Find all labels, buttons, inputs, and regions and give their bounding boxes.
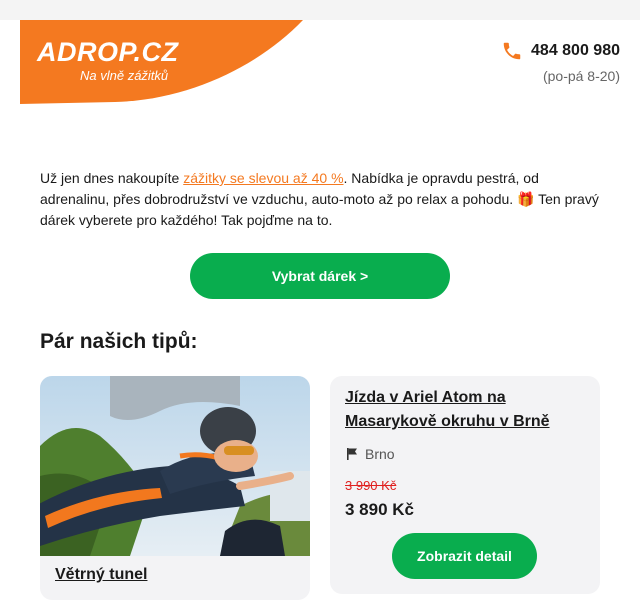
logo-title: ADROP.CZ: [37, 37, 179, 67]
choose-gift-button[interactable]: Vybrat dárek >: [190, 253, 450, 299]
logo[interactable]: ADROP.CZ Na vlně zážitků: [20, 20, 305, 105]
location: Brno: [345, 446, 395, 462]
tips-heading: Pár našich tipů:: [40, 330, 198, 353]
new-price: 3 890 Kč: [345, 500, 414, 519]
phone-icon: [503, 42, 521, 60]
intro-text-before: Už jen dnes nakoupíte: [40, 170, 184, 186]
phone-hours: (po-pá 8-20): [542, 68, 620, 84]
tip-card-title[interactable]: Větrný tunel: [55, 566, 147, 584]
old-price: 3 990 Kč: [345, 478, 397, 493]
email-body: ADROP.CZ Na vlně zážitků 484 800 980 (po…: [0, 20, 640, 600]
sale-link[interactable]: zážitky se slevou až 40 %: [183, 170, 343, 186]
skydiver-photo[interactable]: [40, 376, 310, 556]
show-detail-button[interactable]: Zobrazit detail: [392, 533, 537, 579]
intro-text: Už jen dnes nakoupíte zážitky se slevou …: [40, 168, 605, 231]
logo-tagline: Na vlně zážitků: [80, 68, 169, 83]
tip-card-ariel-atom: Jízda v Ariel Atom na Masarykově okruhu …: [330, 376, 600, 594]
phone-number: 484 800 980: [531, 42, 620, 59]
phone-contact[interactable]: 484 800 980: [501, 40, 620, 62]
location-label: Brno: [365, 446, 395, 462]
tip-card-wind-tunnel[interactable]: Větrný tunel: [40, 376, 310, 600]
flag-icon: [347, 448, 357, 460]
tip-card-title[interactable]: Jízda v Ariel Atom na Masarykově okruhu …: [345, 386, 585, 434]
